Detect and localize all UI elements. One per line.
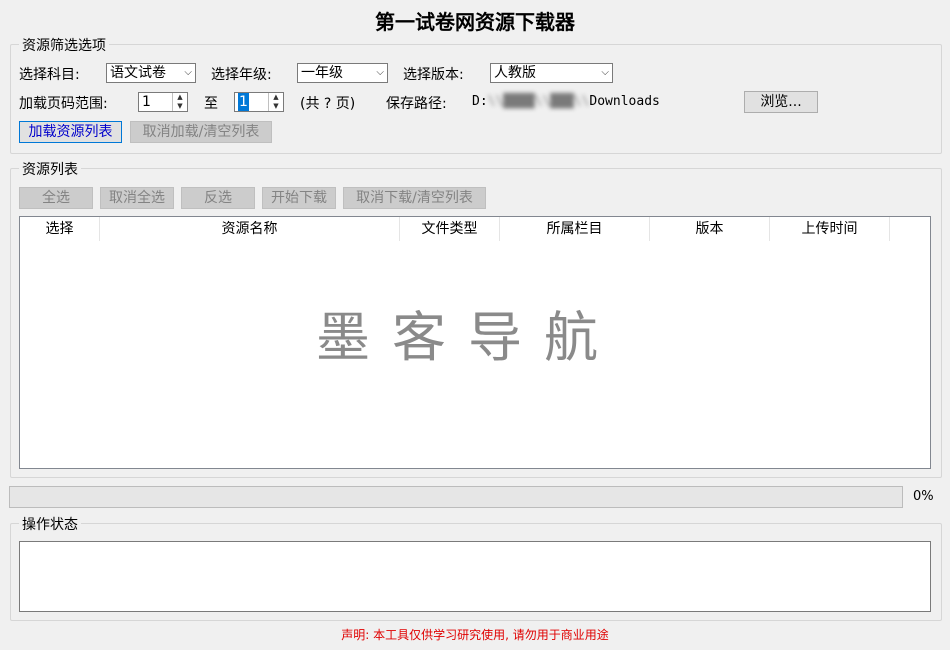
- chevron-down-icon: ⌵: [601, 67, 609, 78]
- column-header-select[interactable]: 选择: [20, 217, 100, 241]
- spinner-up-icon[interactable]: ▲: [173, 93, 187, 102]
- page-to-value: 1: [238, 93, 249, 111]
- filter-group-legend: 资源筛选选项: [19, 35, 109, 55]
- column-header-name[interactable]: 资源名称: [100, 217, 400, 241]
- app-title: 第一试卷网资源下载器: [375, 10, 575, 34]
- subject-select-value: 语文试卷: [110, 65, 166, 81]
- total-pages-text: (共 ? 页): [300, 96, 356, 112]
- edition-label: 选择版本:: [403, 67, 464, 83]
- cancel-load-button[interactable]: 取消加载/清空列表: [130, 121, 272, 143]
- download-progress-bar: [9, 486, 903, 508]
- grade-label: 选择年级:: [211, 67, 272, 83]
- watermark-text: 墨客导航: [316, 306, 620, 369]
- column-header-edition[interactable]: 版本: [650, 217, 770, 241]
- subject-label: 选择科目:: [19, 67, 80, 83]
- load-list-button[interactable]: 加载资源列表: [19, 121, 122, 143]
- save-path-label: 保存路径:: [386, 96, 447, 112]
- page-from-value: 1: [142, 94, 151, 110]
- chevron-down-icon: ⌵: [184, 67, 192, 78]
- save-path-suffix: Downloads: [589, 94, 660, 109]
- column-header-file-type[interactable]: 文件类型: [400, 217, 500, 241]
- spinner-buttons[interactable]: ▲ ▼: [268, 93, 283, 111]
- grade-select-value: 一年级: [301, 65, 343, 81]
- select-all-button[interactable]: 全选: [19, 187, 93, 209]
- disclaimer-text: 声明: 本工具仅供学习研究使用, 请勿用于商业用途: [341, 628, 609, 642]
- save-path-redacted: \\████\\███\\: [487, 94, 590, 109]
- cancel-download-button[interactable]: 取消下载/清空列表: [343, 187, 486, 209]
- deselect-all-button[interactable]: 取消全选: [100, 187, 174, 209]
- invert-selection-button[interactable]: 反选: [181, 187, 255, 209]
- progress-percent-text: 0%: [913, 489, 934, 504]
- resource-list-legend: 资源列表: [19, 159, 81, 179]
- spinner-down-icon[interactable]: ▼: [173, 102, 187, 111]
- resource-table[interactable]: 选择 资源名称 文件类型 所属栏目 版本 上传时间 墨客导航: [19, 216, 931, 469]
- grade-select[interactable]: 一年级 ⌵: [297, 63, 388, 83]
- spinner-up-icon[interactable]: ▲: [269, 93, 283, 102]
- column-header-upload-time[interactable]: 上传时间: [770, 217, 890, 241]
- edition-select-value: 人教版: [494, 65, 536, 81]
- chevron-down-icon: ⌵: [376, 67, 384, 78]
- page-range-label: 加载页码范围:: [19, 96, 108, 112]
- spinner-buttons[interactable]: ▲ ▼: [172, 93, 187, 111]
- page-from-spinner[interactable]: 1 ▲ ▼: [138, 92, 188, 112]
- edition-select[interactable]: 人教版 ⌵: [490, 63, 613, 83]
- save-path-prefix: D:: [472, 94, 488, 109]
- page-to-spinner[interactable]: 1 ▲ ▼: [234, 92, 284, 112]
- status-group-legend: 操作状态: [19, 514, 81, 534]
- spinner-down-icon[interactable]: ▼: [269, 102, 283, 111]
- column-header-category[interactable]: 所属栏目: [500, 217, 650, 241]
- browse-button[interactable]: 浏览...: [744, 91, 818, 113]
- subject-select[interactable]: 语文试卷 ⌵: [106, 63, 196, 83]
- save-path-value: D:\\████\\███\\Downloads: [472, 94, 660, 109]
- start-download-button[interactable]: 开始下载: [262, 187, 336, 209]
- status-log-textarea[interactable]: [19, 541, 931, 612]
- to-label: 至: [204, 96, 218, 112]
